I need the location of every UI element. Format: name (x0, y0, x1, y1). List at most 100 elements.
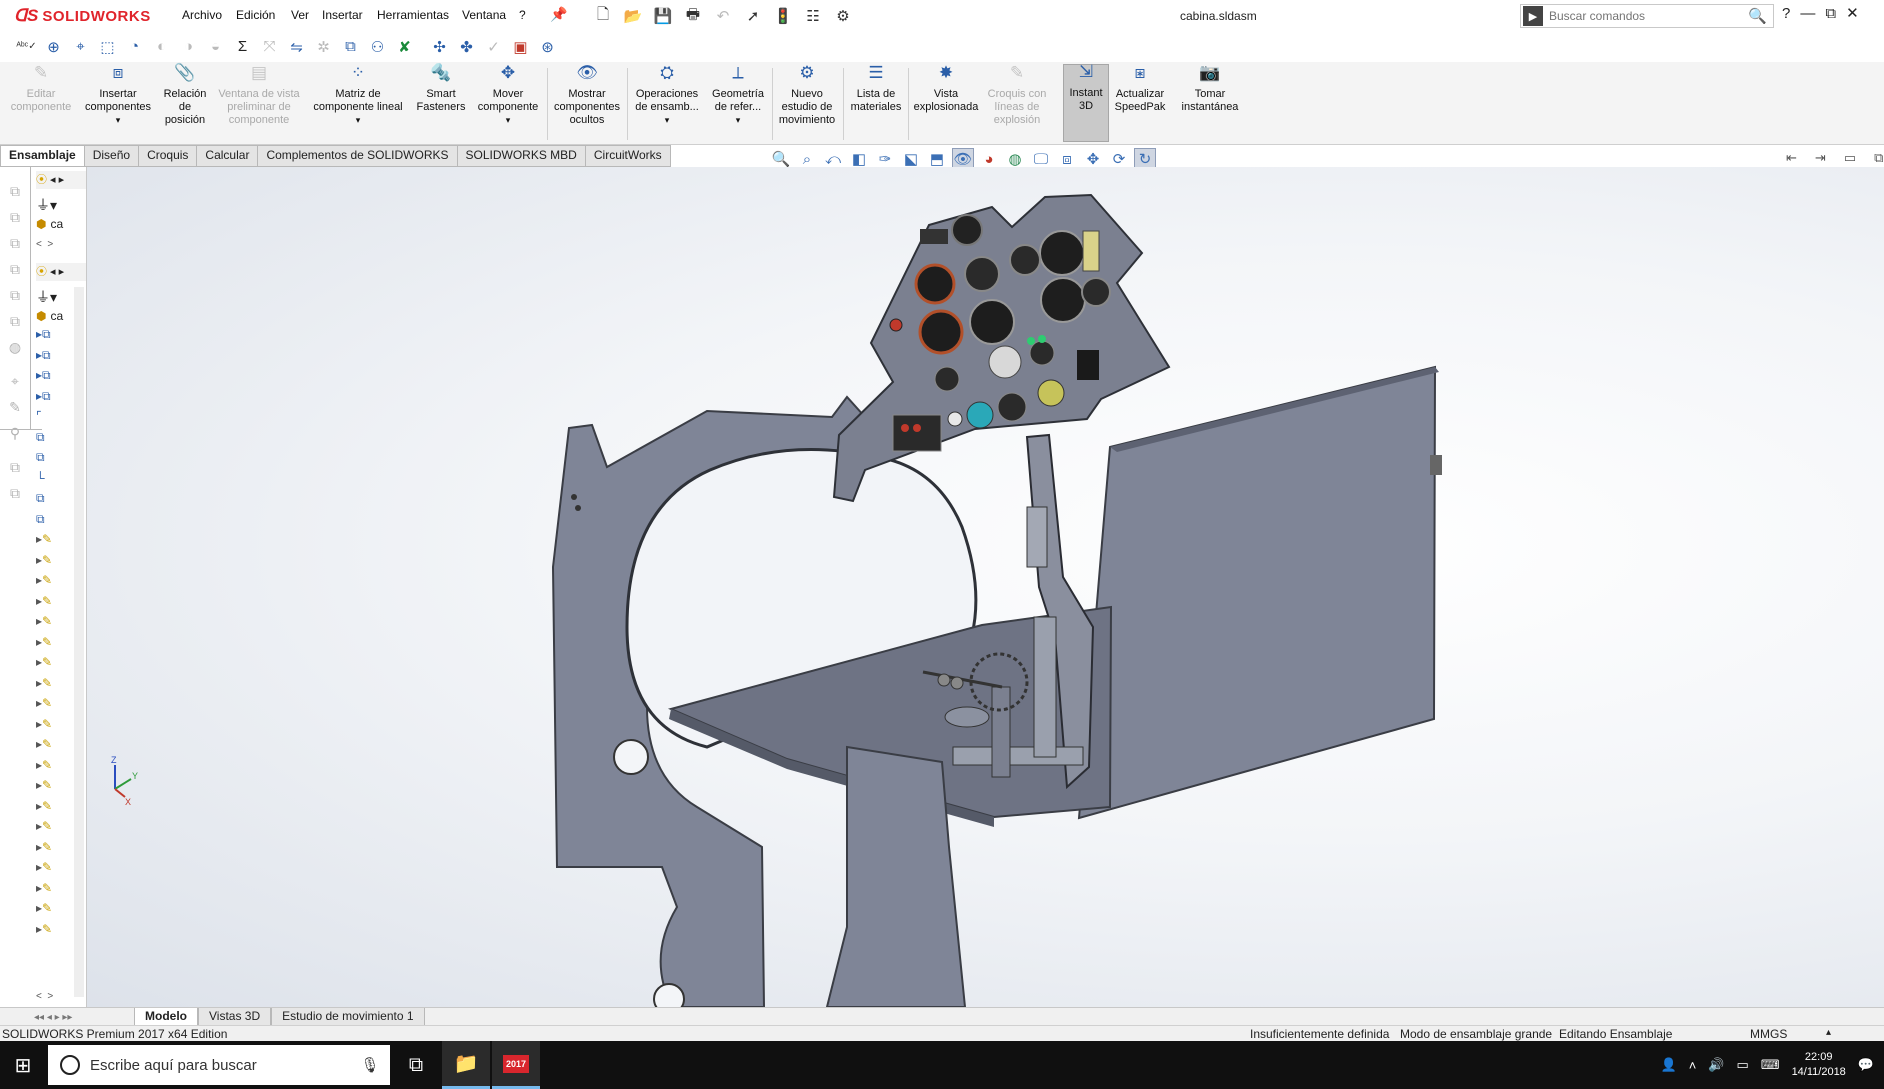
hole-alignment-icon[interactable]: ✲ (311, 35, 336, 59)
people-icon[interactable]: 👤 (1661, 1057, 1677, 1073)
microphone-icon[interactable]: 🎙 (360, 1056, 380, 1074)
viewport-minimize-icon[interactable]: ▭ (1844, 150, 1856, 166)
section-properties-icon[interactable]: ◔ (122, 35, 147, 59)
save-icon[interactable]: 💾 (650, 5, 676, 27)
appearance-tab-icon[interactable]: ◍ (3, 335, 27, 359)
tree-item-icon[interactable]: ▸✎ (36, 819, 52, 833)
config-manager-tab-icon[interactable]: ⧉ (3, 231, 27, 255)
move-component-button[interactable]: ✥ Mover componente ▾ (472, 64, 544, 127)
tree-h-scroll[interactable]: < > (36, 991, 53, 1002)
tab-estudio-movimiento[interactable]: Estudio de movimiento 1 (271, 1008, 425, 1026)
collapse-left-icon[interactable]: ⇤ (1786, 150, 1797, 166)
tree-item-icon[interactable]: ▸⧉ (36, 389, 51, 404)
close-icon[interactable]: ✕ (1846, 4, 1859, 22)
clearance-icon[interactable]: ⇋ (284, 35, 309, 59)
tree-item-icon[interactable]: ▸⧉ (36, 327, 51, 342)
search-input[interactable] (1543, 8, 1743, 24)
tree-scroll-arrows[interactable]: < > (36, 239, 53, 250)
tool-b-icon[interactable]: ✎ (3, 395, 27, 419)
tree-item-icon[interactable]: ▸✎ (36, 553, 52, 567)
tree-item-icon[interactable]: ▸⧉ (36, 348, 51, 363)
tree-item-icon[interactable]: ⧉ (36, 450, 45, 465)
tree-item-icon[interactable]: ⧉ (36, 512, 45, 527)
rebuild-icon[interactable]: 🚦 (770, 5, 796, 27)
linear-pattern-button[interactable]: ⁘ Matriz de componente lineal ▾ (306, 64, 410, 127)
exploded-view-button[interactable]: ✸ Vista explosionada (910, 64, 982, 114)
solidworks-logo[interactable]: ꓷS SOLIDWORKS (14, 4, 151, 28)
tree-item-icon[interactable]: ▸✎ (36, 655, 52, 669)
menu-insertar[interactable]: Insertar (322, 8, 363, 22)
new-motion-study-button[interactable]: ⚙ Nuevo estudio de movimiento (774, 64, 840, 127)
tree-root-2[interactable]: ⬢ ca (36, 309, 63, 323)
undo-icon[interactable]: ↶ (710, 5, 736, 27)
tree-item-icon[interactable]: ▸✎ (36, 799, 52, 813)
property-manager-tab-icon[interactable]: ⧉ (3, 205, 27, 229)
collapse-right-icon[interactable]: ⇥ (1815, 150, 1826, 166)
update-speedpak-button[interactable]: ⧆ Actualizar SpeedPak (1112, 64, 1168, 114)
tab-ensamblaje[interactable]: Ensamblaje (0, 145, 85, 167)
instant3d-button[interactable]: ⇲ Instant 3D (1063, 63, 1109, 142)
reference-geometry-button[interactable]: ⟂ Geometría de refer... ▾ (706, 64, 770, 127)
new-document-icon[interactable]: 🗋 (590, 5, 616, 27)
start-button[interactable]: ⊞ (0, 1041, 46, 1089)
pin-icon[interactable]: 📌 (550, 6, 567, 23)
menu-ventana[interactable]: Ventana (462, 8, 506, 22)
tree-item-icon[interactable]: ▸✎ (36, 758, 52, 772)
menu-edicion[interactable]: Edición (236, 8, 275, 22)
check-icon[interactable]: ✘ (392, 35, 417, 59)
display-manager-tab-icon[interactable]: ⧉ (3, 283, 27, 307)
tab-complementos[interactable]: Complementos de SOLIDWORKS (258, 145, 458, 167)
tree-tabs-row-2[interactable]: ⦿ ◂ ▸ (36, 263, 86, 281)
tree-item-icon[interactable]: ▸✎ (36, 778, 52, 792)
taskbar-search[interactable]: Escribe aquí para buscar 🎙 (48, 1045, 390, 1085)
viewport-maximize-icon[interactable]: ⧉ (1874, 150, 1883, 166)
solidworks-app[interactable]: 2017 (492, 1041, 540, 1089)
tree-item-icon[interactable]: ▸✎ (36, 881, 52, 895)
graphics-area[interactable]: Z Y X (87, 167, 1884, 1007)
select-arrow-icon[interactable]: ➚ (740, 5, 766, 27)
take-snapshot-button[interactable]: 📷 Tomar instantánea (1172, 64, 1248, 114)
tree-tabs-row-1[interactable]: ⦿ ◂ ▸ (36, 171, 86, 189)
network-icon[interactable]: ▭ (1737, 1057, 1749, 1073)
tree-item-icon[interactable]: ▸⧉ (36, 368, 51, 383)
filter-icon[interactable]: ⏚▾ (36, 195, 57, 215)
show-hidden-icons-icon[interactable]: ˄ (1689, 1058, 1697, 1073)
assembly-visualization-icon[interactable]: ⚇ (365, 35, 390, 59)
tree-item-icon[interactable]: ⌜ (36, 409, 42, 423)
menu-herramientas[interactable]: Herramientas (377, 8, 449, 22)
input-icon[interactable]: ⌨ (1761, 1057, 1780, 1073)
tab-croquis[interactable]: Croquis (139, 145, 198, 167)
tool-e-icon[interactable]: ⧉ (3, 481, 27, 505)
cockpit-model[interactable]: Z Y X (87, 167, 1884, 1007)
tab-scroll-arrows[interactable]: ◂◂ ◂ ▸ ▸▸ (0, 1008, 134, 1026)
measure-icon[interactable]: ⌖ (68, 35, 93, 59)
file-explorer-app[interactable]: 📁 (442, 1041, 490, 1089)
tab-mbd[interactable]: SOLIDWORKS MBD (457, 145, 586, 167)
tree-item-icon[interactable]: ⧉ (36, 491, 45, 506)
tree-item-icon[interactable]: ▸✎ (36, 737, 52, 751)
disabled-tool-3-icon[interactable]: ◒ (203, 35, 228, 59)
tab-vistas-3d[interactable]: Vistas 3D (198, 1008, 272, 1026)
help-icon[interactable]: ? (1782, 5, 1790, 22)
tab-diseno[interactable]: Diseño (84, 145, 140, 167)
tree-item-icon[interactable]: └ (36, 471, 45, 485)
mass-properties-icon[interactable]: ⬚ (95, 35, 120, 59)
tree-root-1[interactable]: ⬢ ca (36, 217, 63, 231)
sw-resources-icon[interactable]: ⊛ (535, 35, 560, 59)
component-preview-button[interactable]: ▤ Ventana de vista preliminar de compone… (214, 64, 304, 127)
addin-icon[interactable]: ✤ (454, 35, 479, 59)
spelling-icon[interactable]: ᴬᵇᶜ✓ (14, 35, 39, 59)
tree-item-icon[interactable]: ▸✎ (36, 635, 52, 649)
tree-item-icon[interactable]: ▸✎ (36, 614, 52, 628)
disabled-tool-2-icon[interactable]: ◑ (176, 35, 201, 59)
file-properties-icon[interactable]: ☷ (800, 5, 826, 27)
equations-icon[interactable]: Σ (230, 35, 255, 59)
options-gear-icon[interactable]: ⚙ (830, 5, 856, 27)
volume-icon[interactable]: 🔊 (1708, 1057, 1724, 1073)
tree-item-icon[interactable]: ▸✎ (36, 676, 52, 690)
cam-tab-icon[interactable]: ⧉ (3, 309, 27, 333)
menu-help[interactable]: ? (519, 8, 526, 22)
tool-c-icon[interactable]: ⚲ (3, 421, 27, 445)
interference-icon[interactable]: ⤧ (257, 35, 282, 59)
menu-ver[interactable]: Ver (291, 8, 309, 22)
